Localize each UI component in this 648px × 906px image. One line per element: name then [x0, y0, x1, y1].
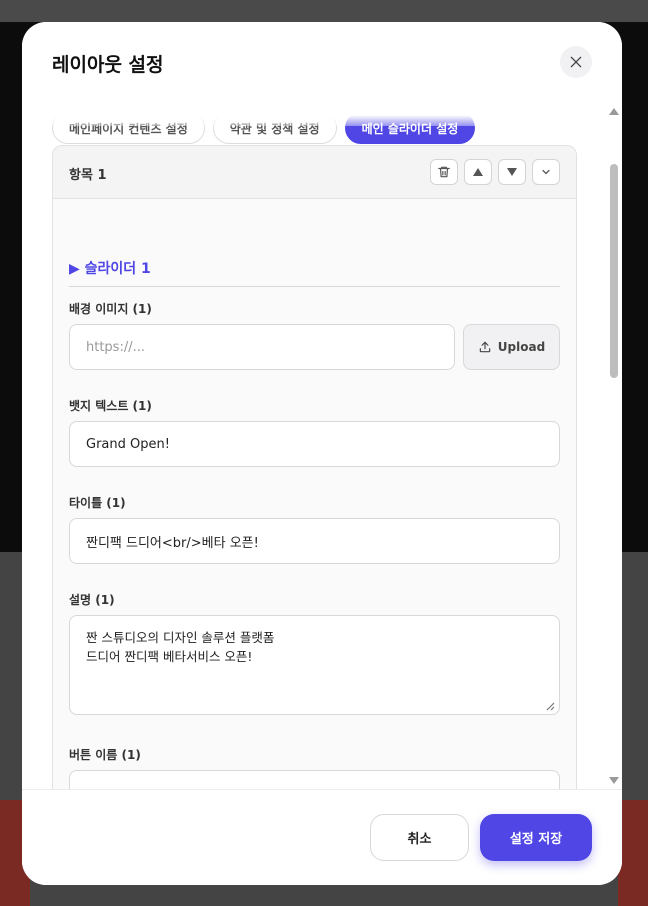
- badge-text-input[interactable]: [69, 421, 560, 467]
- move-up-button[interactable]: [464, 159, 492, 185]
- scrollbar-thumb[interactable]: [610, 164, 618, 378]
- arrow-down-icon: [507, 168, 517, 176]
- modal-title: 레이아웃 설정: [52, 54, 164, 76]
- modal-header: 레이아웃 설정: [22, 22, 622, 102]
- backdrop-top: [0, 0, 648, 22]
- backdrop-accent-right: [618, 800, 648, 906]
- scroll-down-arrow-icon[interactable]: [609, 777, 619, 784]
- modal-scroll-area[interactable]: 메인페이지 컨텐츠 설정 약관 및 정책 설정 메인 슬라이더 설정 항목 1: [22, 102, 622, 789]
- slider-section-title: ▶ 슬라이더 1: [69, 261, 151, 277]
- item-card-header: 항목 1: [53, 146, 576, 199]
- chevron-down-icon: [542, 169, 550, 175]
- bg-image-url-input[interactable]: [69, 324, 455, 370]
- move-down-button[interactable]: [498, 159, 526, 185]
- upload-icon: [479, 341, 491, 353]
- description-label: 설명 (1): [69, 593, 115, 607]
- collapse-item-button[interactable]: [532, 159, 560, 185]
- modal-footer: 취소 설정 저장: [22, 789, 622, 885]
- trash-icon: [438, 166, 450, 178]
- tabs-fade: [22, 102, 610, 126]
- button-name-label: 버튼 이름 (1): [69, 748, 141, 762]
- close-icon: [570, 56, 582, 68]
- delete-item-button[interactable]: [430, 159, 458, 185]
- save-settings-button[interactable]: 설정 저장: [480, 814, 592, 861]
- modal-scrollbar[interactable]: [608, 102, 620, 789]
- upload-label: Upload: [497, 340, 546, 354]
- cancel-button[interactable]: 취소: [370, 814, 469, 861]
- layout-settings-modal: 메인페이지 컨텐츠 설정 약관 및 정책 설정 메인 슬라이더 설정 항목 1: [22, 22, 622, 885]
- description-textarea[interactable]: 짠 스튜디오의 디자인 솔루션 플랫폼 드디어 짠디팩 베타서비스 오픈!: [69, 615, 560, 715]
- arrow-up-icon: [473, 168, 483, 176]
- item-title: 항목 1: [69, 168, 107, 183]
- badge-text-label: 뱃지 텍스트 (1): [69, 399, 152, 413]
- title-label: 타이틀 (1): [69, 496, 126, 510]
- section-divider: [69, 286, 560, 287]
- bg-image-label: 배경 이미지 (1): [69, 302, 152, 316]
- scroll-up-arrow-icon[interactable]: [609, 108, 619, 115]
- button-name-input[interactable]: [69, 770, 560, 789]
- close-button[interactable]: [560, 46, 592, 78]
- slider-item-card: 항목 1 ▶ 슬라이더 1 배경 이미지 (1) https://... Upl…: [52, 145, 577, 789]
- resize-grip-icon[interactable]: [543, 699, 555, 711]
- upload-button[interactable]: Upload: [463, 324, 560, 370]
- title-input[interactable]: [69, 518, 560, 564]
